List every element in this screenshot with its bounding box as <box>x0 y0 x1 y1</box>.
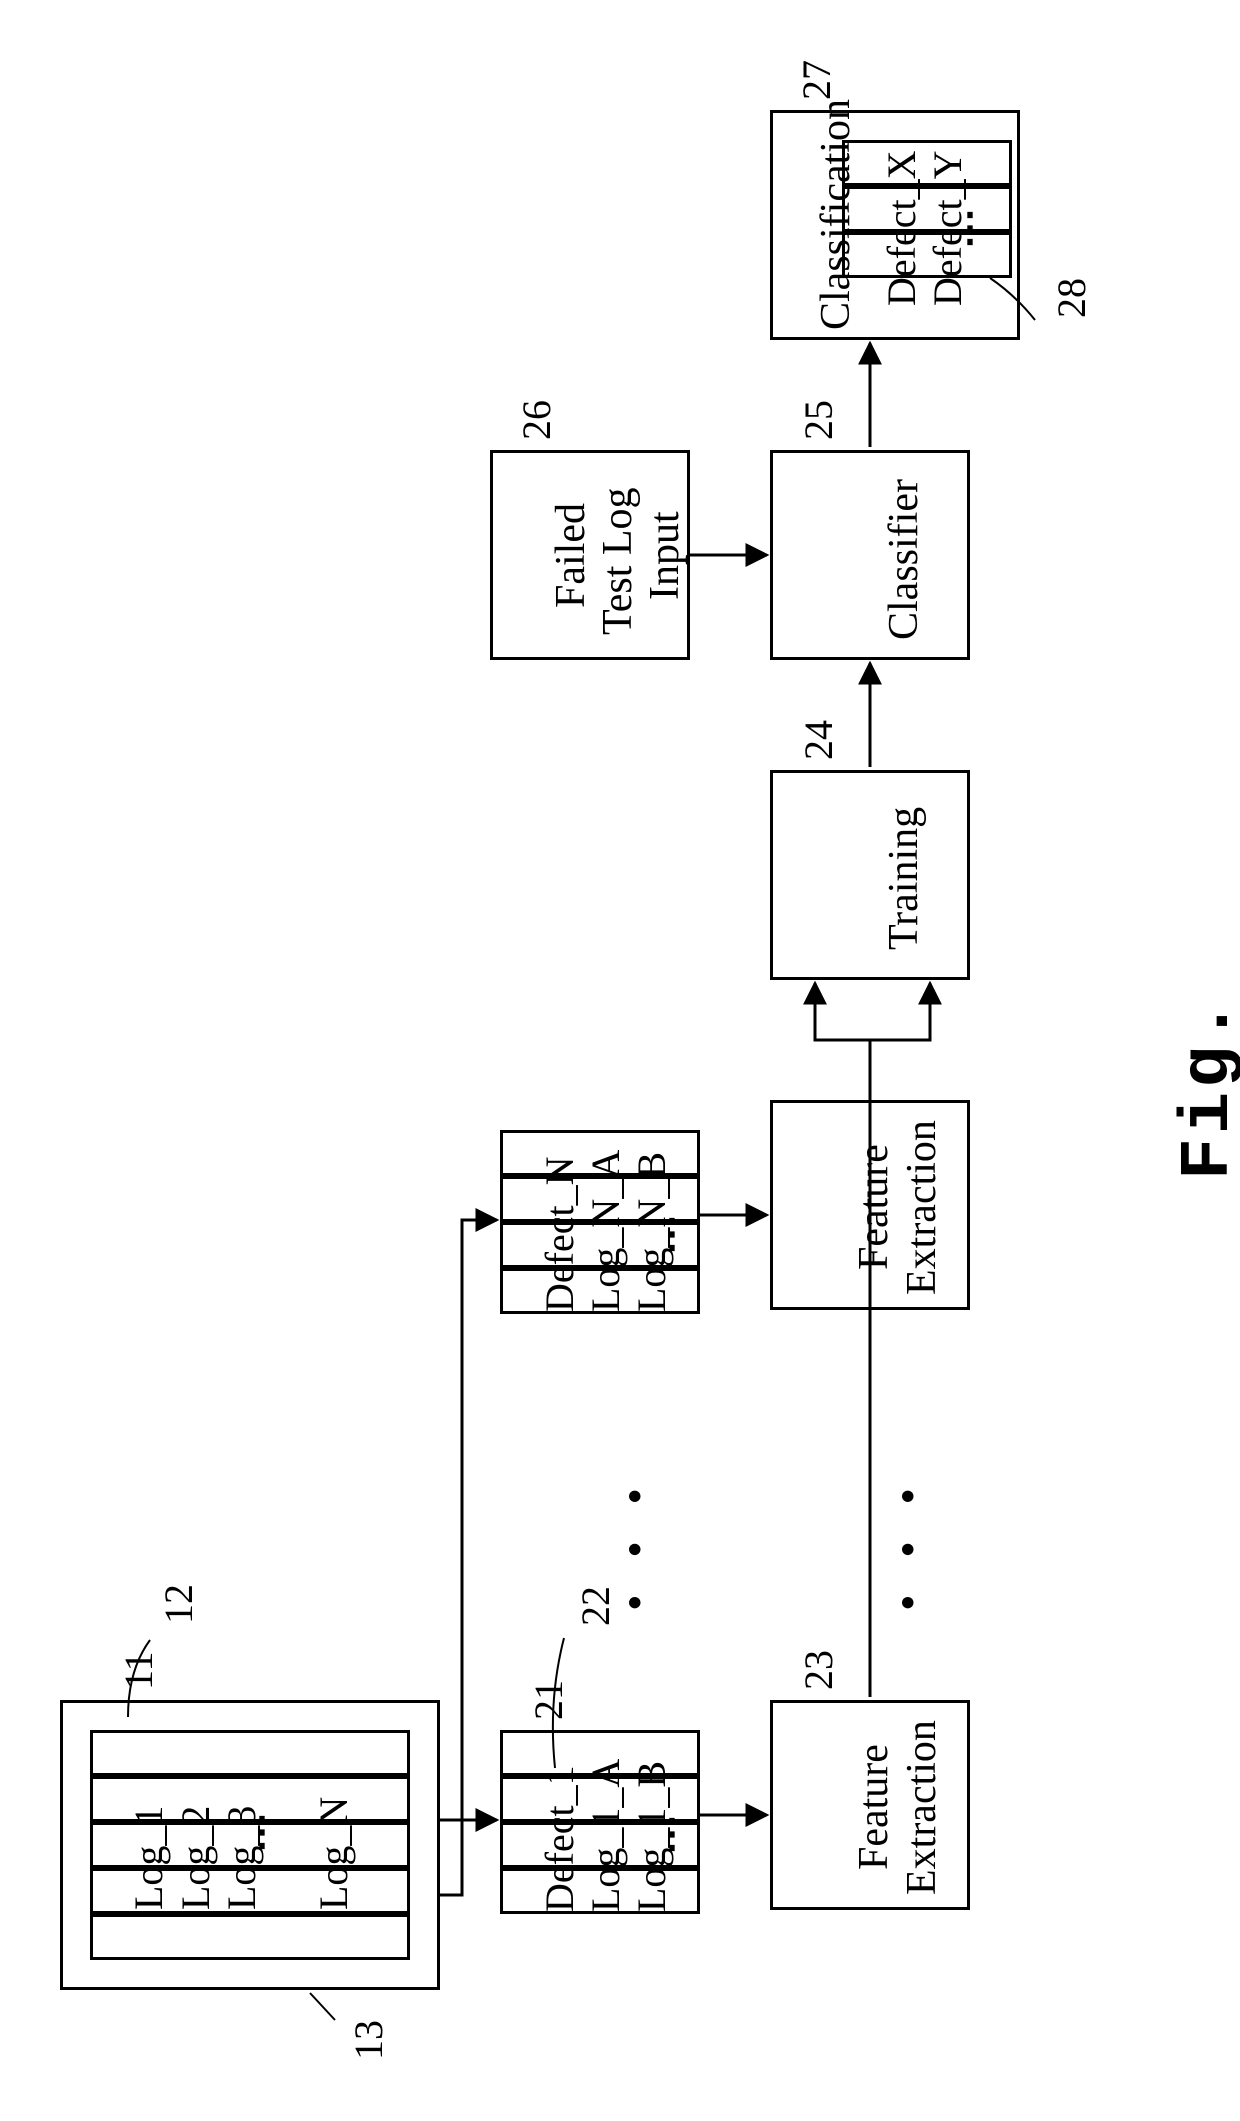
connectors <box>0 0 1240 2121</box>
diagram-canvas: Log_1 Log_2 Log_3 ⋮ Log_N 11 12 13 Defec… <box>0 0 1240 2121</box>
